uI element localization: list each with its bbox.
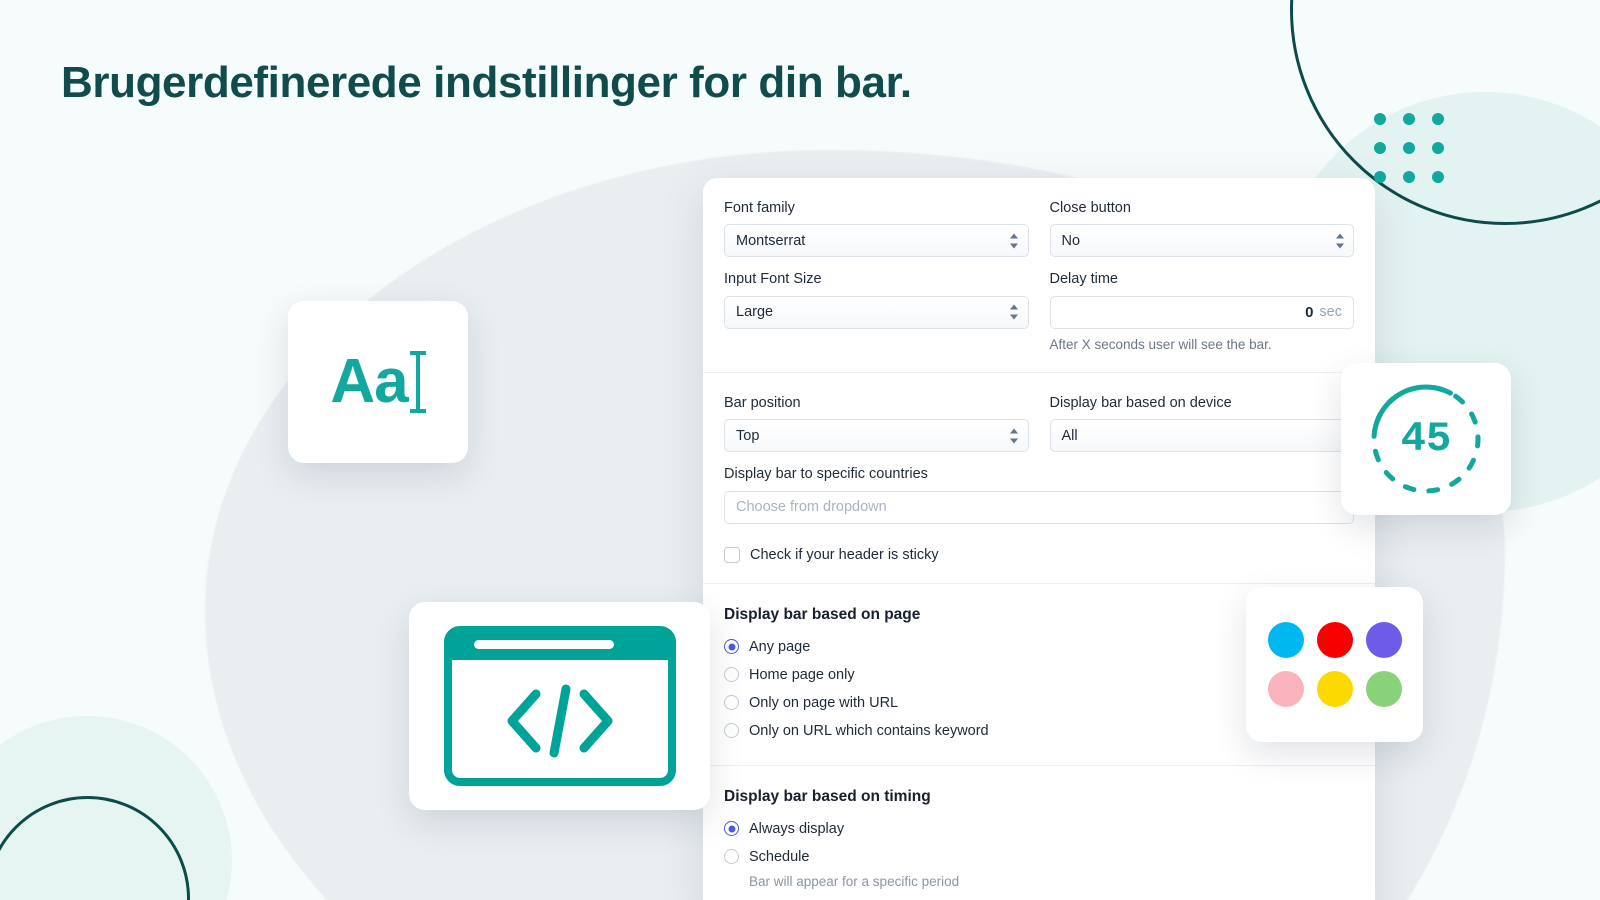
radio-only-url-contains-keyword-label: Only on URL which contains keyword <box>749 722 989 739</box>
field-bar-position: Bar position Top <box>724 394 1029 453</box>
timer-card-value: 45 <box>1401 415 1451 463</box>
checkbox-sticky-header[interactable]: Check if your header is sticky <box>724 546 1354 563</box>
field-countries: Display bar to specific countries Choose… <box>724 466 1354 524</box>
section-display-timing: Display bar based on timing Always displ… <box>703 764 1375 900</box>
chevron-updown-icon[interactable] <box>1010 304 1019 320</box>
field-font-family: Font family Montserrat <box>724 200 1029 258</box>
chevron-updown-icon[interactable] <box>1010 428 1019 444</box>
label-font-family: Font family <box>724 200 795 216</box>
radio-icon-selected[interactable] <box>724 821 739 837</box>
color-swatch-red[interactable] <box>1316 622 1353 658</box>
radio-icon[interactable] <box>724 667 739 683</box>
radio-always-display[interactable]: Always display <box>724 815 1354 843</box>
select-close-button[interactable]: No <box>1049 224 1354 258</box>
label-display-device: Display bar based on device <box>1049 394 1232 411</box>
chevron-updown-icon[interactable] <box>1335 233 1344 249</box>
dot-grid-icon <box>1374 113 1444 183</box>
field-display-device: Display bar based on device All <box>1049 394 1354 453</box>
color-swatch-yellow[interactable] <box>1316 671 1353 707</box>
radio-schedule-label: Schedule <box>749 848 810 865</box>
font-card: Aa <box>288 301 468 463</box>
input-countries[interactable]: Choose from dropdown <box>724 490 1354 524</box>
font-card-text: Aa <box>330 347 408 416</box>
timer-card: 45 <box>1341 363 1511 515</box>
group-title-display-timing: Display bar based on timing <box>724 787 931 805</box>
radio-always-display-label: Always display <box>749 820 845 837</box>
delay-time-unit: sec <box>1319 304 1342 321</box>
color-swatch-green[interactable] <box>1365 671 1402 707</box>
select-close-button-value: No <box>1061 232 1081 249</box>
radio-icon[interactable] <box>724 695 739 711</box>
label-input-font-size: Input Font Size <box>724 271 822 288</box>
field-delay-time: Delay time 0 sec After X seconds user wi… <box>1049 271 1354 352</box>
code-card <box>409 602 710 810</box>
label-delay-time: Delay time <box>1049 271 1119 288</box>
countries-placeholder: Choose from dropdown <box>736 499 887 516</box>
radio-home-page-only-label: Home page only <box>749 666 855 683</box>
timer-ring-icon: 45 <box>1371 384 1481 494</box>
label-countries: Display bar to specific countries <box>724 466 928 483</box>
browser-code-icon <box>443 626 676 786</box>
radio-icon-selected[interactable] <box>724 639 739 655</box>
delay-time-value: 0 <box>1305 303 1314 321</box>
select-bar-position-value: Top <box>736 427 760 444</box>
input-delay-time[interactable]: 0 sec <box>1049 295 1354 329</box>
select-font-family[interactable]: Montserrat <box>724 224 1029 258</box>
color-swatch-pink[interactable] <box>1267 671 1304 707</box>
select-input-font-size-value: Large <box>736 304 774 321</box>
text-cursor-icon <box>409 351 426 413</box>
chevron-updown-icon[interactable] <box>1010 233 1019 249</box>
radio-only-page-with-url-label: Only on page with URL <box>749 694 899 711</box>
page-title: Brugerdefinerede indstillinger for din b… <box>61 58 912 107</box>
select-input-font-size[interactable]: Large <box>724 295 1029 329</box>
section-general: Font family Montserrat Close button No I… <box>703 178 1375 372</box>
select-display-device[interactable]: All <box>1049 419 1354 453</box>
hint-delay-time: After X seconds user will see the bar. <box>1049 336 1272 352</box>
select-bar-position[interactable]: Top <box>724 419 1029 453</box>
color-swatch-purple[interactable] <box>1365 622 1402 658</box>
hint-schedule: Bar will appear for a specific period <box>749 873 960 889</box>
section-targeting: Bar position Top Display bar based on de… <box>703 371 1375 583</box>
radio-icon[interactable] <box>724 723 739 739</box>
radio-icon[interactable] <box>724 849 739 865</box>
field-close-button: Close button No <box>1049 200 1354 258</box>
select-display-device-value: All <box>1061 427 1078 444</box>
field-input-font-size: Input Font Size Large <box>724 271 1029 351</box>
color-swatch-cyan[interactable] <box>1267 622 1304 658</box>
radio-schedule[interactable]: Schedule <box>724 843 1354 871</box>
color-swatch-grid <box>1267 622 1402 707</box>
font-card-content: Aa <box>330 347 426 416</box>
label-bar-position: Bar position <box>724 394 801 411</box>
radio-any-page-label: Any page <box>749 638 811 655</box>
color-swatch-card <box>1246 587 1423 742</box>
checkbox-icon[interactable] <box>724 546 740 563</box>
label-close-button: Close button <box>1049 200 1131 216</box>
checkbox-sticky-header-label: Check if your header is sticky <box>750 546 939 563</box>
select-font-family-value: Montserrat <box>736 232 806 249</box>
settings-panel: Font family Montserrat Close button No I… <box>703 178 1375 900</box>
